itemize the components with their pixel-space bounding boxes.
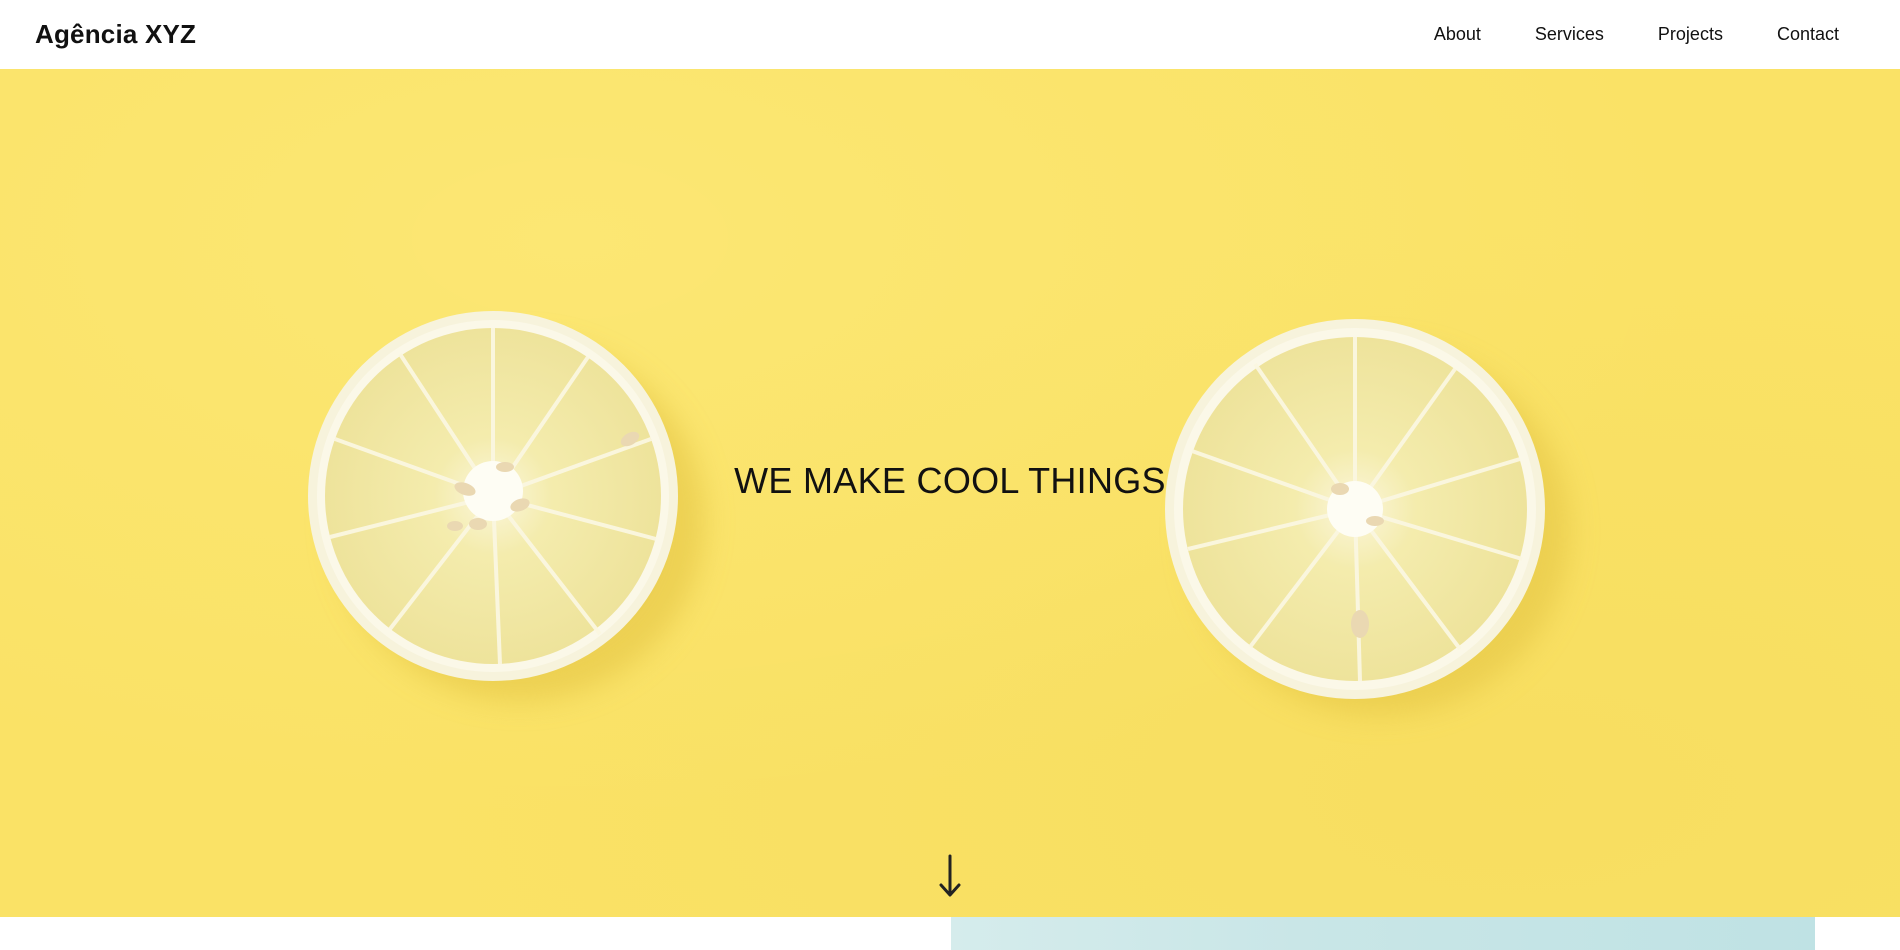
lemon-slice-left [308,311,705,701]
lemon-slice-right [1165,319,1570,715]
nav-link-contact[interactable]: Contact [1750,0,1866,69]
brand-logo[interactable]: Agência XYZ [35,19,196,50]
main-nav: About Services Projects Contact [1407,0,1866,69]
arrow-down-icon[interactable] [935,852,965,902]
navbar: Agência XYZ About Services Projects Cont… [0,0,1900,69]
nav-link-projects[interactable]: Projects [1631,0,1750,69]
hero-section: WE MAKE COOL THINGS [0,69,1900,917]
next-section-image [951,917,1815,950]
nav-link-about[interactable]: About [1407,0,1508,69]
hero-title: WE MAKE COOL THINGS [734,460,1166,501]
nav-link-services[interactable]: Services [1508,0,1631,69]
page: Agência XYZ About Services Projects Cont… [0,0,1900,950]
next-section [0,917,1900,950]
